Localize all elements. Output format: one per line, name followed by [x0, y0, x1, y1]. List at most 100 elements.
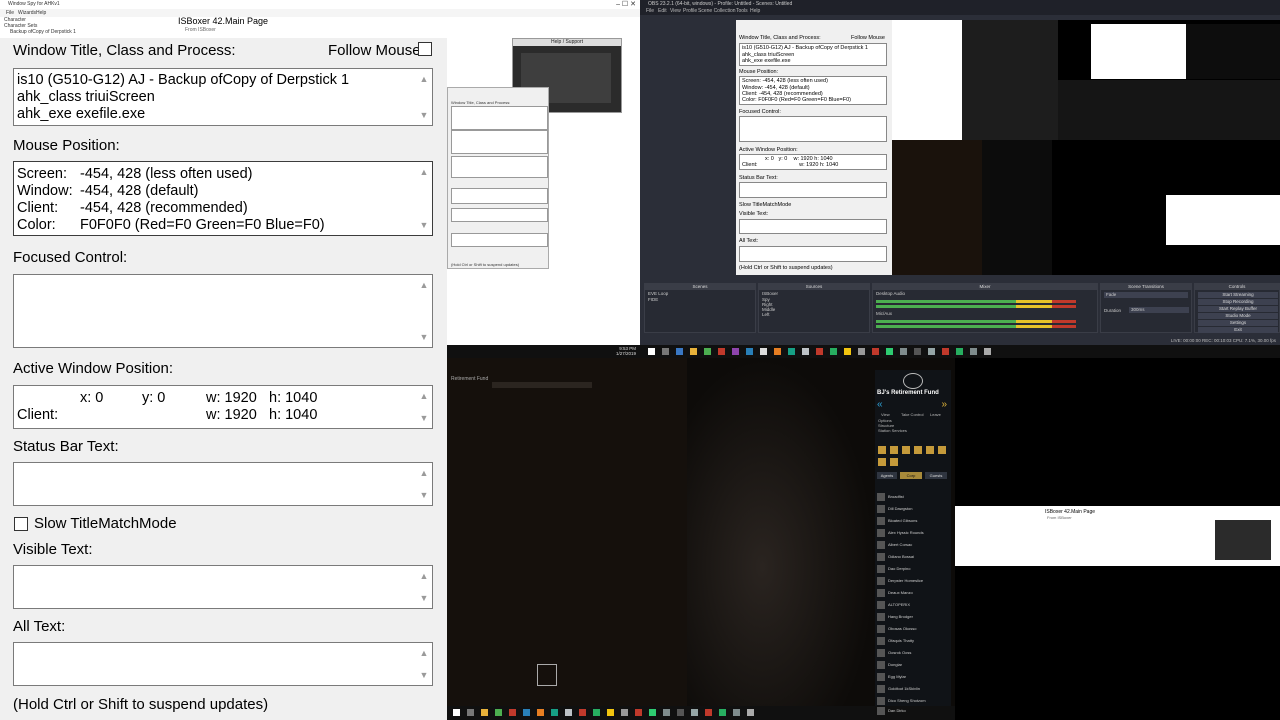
chrome-icon[interactable] — [495, 709, 502, 716]
tab-view[interactable]: View — [881, 412, 890, 417]
scrollbar[interactable]: ▲ ▼ — [415, 386, 432, 428]
sources-dock[interactable]: Sources ISBoxer Spy Right Middle Left — [758, 283, 870, 333]
scroll-up-icon[interactable]: ▲ — [419, 168, 429, 177]
tab-sub[interactable]: Station Services — [878, 428, 907, 433]
char-row[interactable]: Derpster Homeslice — [877, 576, 947, 586]
app-icon[interactable] — [509, 709, 516, 716]
taskbar-left[interactable]: 9:53 PM 1/27/2019 — [447, 345, 640, 358]
service-icon[interactable] — [902, 446, 910, 454]
char-row[interactable]: Dongiar — [877, 660, 947, 670]
service-icon[interactable] — [878, 458, 886, 466]
window-controls[interactable]: – ☐ ✕ — [616, 0, 636, 8]
explorer-icon[interactable] — [481, 709, 488, 716]
app-icon[interactable] — [719, 709, 726, 716]
obs-menu-item[interactable]: Tools — [736, 8, 748, 14]
app-icon[interactable] — [663, 709, 670, 716]
service-icon[interactable] — [926, 446, 934, 454]
scroll-up-icon[interactable]: ▲ — [419, 392, 429, 401]
controls-dock[interactable]: Controls Start Streaming Stop Recording … — [1194, 283, 1280, 333]
scrollbar[interactable]: ▲ ▼ — [415, 69, 432, 125]
service-icon[interactable] — [938, 446, 946, 454]
app-icon[interactable] — [760, 348, 767, 355]
char-row[interactable]: Deaux Manzo — [877, 588, 947, 598]
app-icon[interactable] — [970, 348, 977, 355]
app-icon[interactable] — [649, 709, 656, 716]
transition-select[interactable]: Fade — [1104, 292, 1188, 298]
obs-menu-item[interactable]: Help — [750, 8, 760, 14]
char-row[interactable]: Odiano Bossai — [877, 552, 947, 562]
scrollbar[interactable]: ▲ ▼ — [415, 275, 432, 347]
app-icon[interactable] — [537, 709, 544, 716]
char-row[interactable]: Dao Derpino — [877, 564, 947, 574]
scroll-up-icon[interactable]: ▲ — [419, 572, 429, 581]
char-row[interactable]: Alex Hyssic Rounds — [877, 528, 947, 538]
app-icon[interactable] — [523, 709, 530, 716]
app-icon[interactable] — [928, 348, 935, 355]
char-row[interactable]: Ofaquis Thatty — [877, 636, 947, 646]
app-icon[interactable] — [984, 348, 991, 355]
service-icon[interactable] — [890, 458, 898, 466]
app-icon[interactable] — [579, 709, 586, 716]
obs-menu-item[interactable]: Scene Collection — [698, 8, 736, 14]
app-icon[interactable] — [830, 348, 837, 355]
app-icon[interactable] — [732, 348, 739, 355]
exit-button[interactable]: Exit — [1198, 327, 1278, 333]
scrollbar[interactable]: ▲ ▼ — [415, 643, 432, 685]
obs-menu-item[interactable]: View — [670, 8, 681, 14]
focused-textbox[interactable]: ▲ ▼ — [13, 274, 433, 348]
start-icon[interactable] — [453, 709, 460, 716]
prev-arrows-icon[interactable]: « — [877, 399, 883, 410]
char-row[interactable]: Broadfist — [877, 492, 947, 502]
app-icon[interactable] — [774, 348, 781, 355]
duration-input[interactable]: 300ms — [1129, 307, 1189, 313]
app-icon[interactable] — [816, 348, 823, 355]
menu-file[interactable]: File — [6, 10, 14, 16]
app-icon[interactable] — [747, 709, 754, 716]
service-icon[interactable] — [890, 446, 898, 454]
tab-leave[interactable]: Leave — [930, 412, 941, 417]
scroll-down-icon[interactable]: ▼ — [419, 594, 429, 603]
menu-wizards[interactable]: Wizards — [18, 10, 36, 16]
app-icon[interactable] — [607, 709, 614, 716]
app-icon[interactable] — [593, 709, 600, 716]
active-textbox[interactable]: x: 0 y: 0 w: 1920 h: 1040 Client: w: 192… — [13, 385, 433, 429]
chrome-icon[interactable] — [704, 348, 711, 355]
app-icon[interactable] — [858, 348, 865, 355]
source-item[interactable]: Left — [759, 312, 869, 317]
taskbar-right[interactable] — [640, 345, 1280, 358]
stop-recording-button[interactable]: Stop Recording — [1198, 299, 1278, 305]
app-icon[interactable] — [676, 348, 683, 355]
tree-item[interactable]: Backup ofCopy of Derpstick 1 — [0, 29, 170, 35]
slow-title-checkbox[interactable] — [14, 517, 28, 531]
app-icon[interactable] — [733, 709, 740, 716]
obs-menu-item[interactable]: Edit — [658, 8, 667, 14]
char-row[interactable]: ALTOPERIX — [877, 600, 947, 610]
app-icon[interactable] — [705, 709, 712, 716]
char-row[interactable]: Dan Dirko — [877, 706, 947, 716]
app-icon[interactable] — [565, 709, 572, 716]
scenes-dock[interactable]: Scenes EVE Loop FIDE — [644, 283, 756, 333]
obs-menu-item[interactable]: File — [646, 8, 654, 14]
obs-menu-item[interactable]: Profile — [683, 8, 697, 14]
app-icon[interactable] — [914, 348, 921, 355]
scroll-up-icon[interactable]: ▲ — [419, 649, 429, 658]
all-textbox[interactable]: ▲ ▼ — [13, 642, 433, 686]
scroll-up-icon[interactable]: ▲ — [419, 75, 429, 84]
scroll-up-icon[interactable]: ▲ — [419, 469, 429, 478]
app-icon[interactable] — [942, 348, 949, 355]
mouse-textbox[interactable]: Screen: -454, 428 (less often used) Wind… — [13, 161, 433, 236]
scroll-down-icon[interactable]: ▼ — [419, 221, 429, 230]
char-row[interactable]: Dico Sheng Shotzom — [877, 696, 947, 706]
char-row[interactable]: Dill Dawgston — [877, 504, 947, 514]
scrollbar[interactable]: ▲ ▼ — [415, 463, 432, 505]
bottom-right-document[interactable]: ISBoxer 42.Main Page From ISBoxer — [955, 506, 1280, 566]
service-icons[interactable] — [878, 446, 948, 468]
app-icon[interactable] — [746, 348, 753, 355]
app-icon[interactable] — [635, 709, 642, 716]
app-icon[interactable] — [621, 709, 628, 716]
corp-button[interactable]: Corp — [900, 472, 922, 479]
studio-mode-button[interactable]: Studio Mode — [1198, 313, 1278, 319]
char-row[interactable]: Egg Mylar — [877, 672, 947, 682]
scroll-down-icon[interactable]: ▼ — [419, 491, 429, 500]
agents-button[interactable]: Agents — [877, 472, 897, 479]
